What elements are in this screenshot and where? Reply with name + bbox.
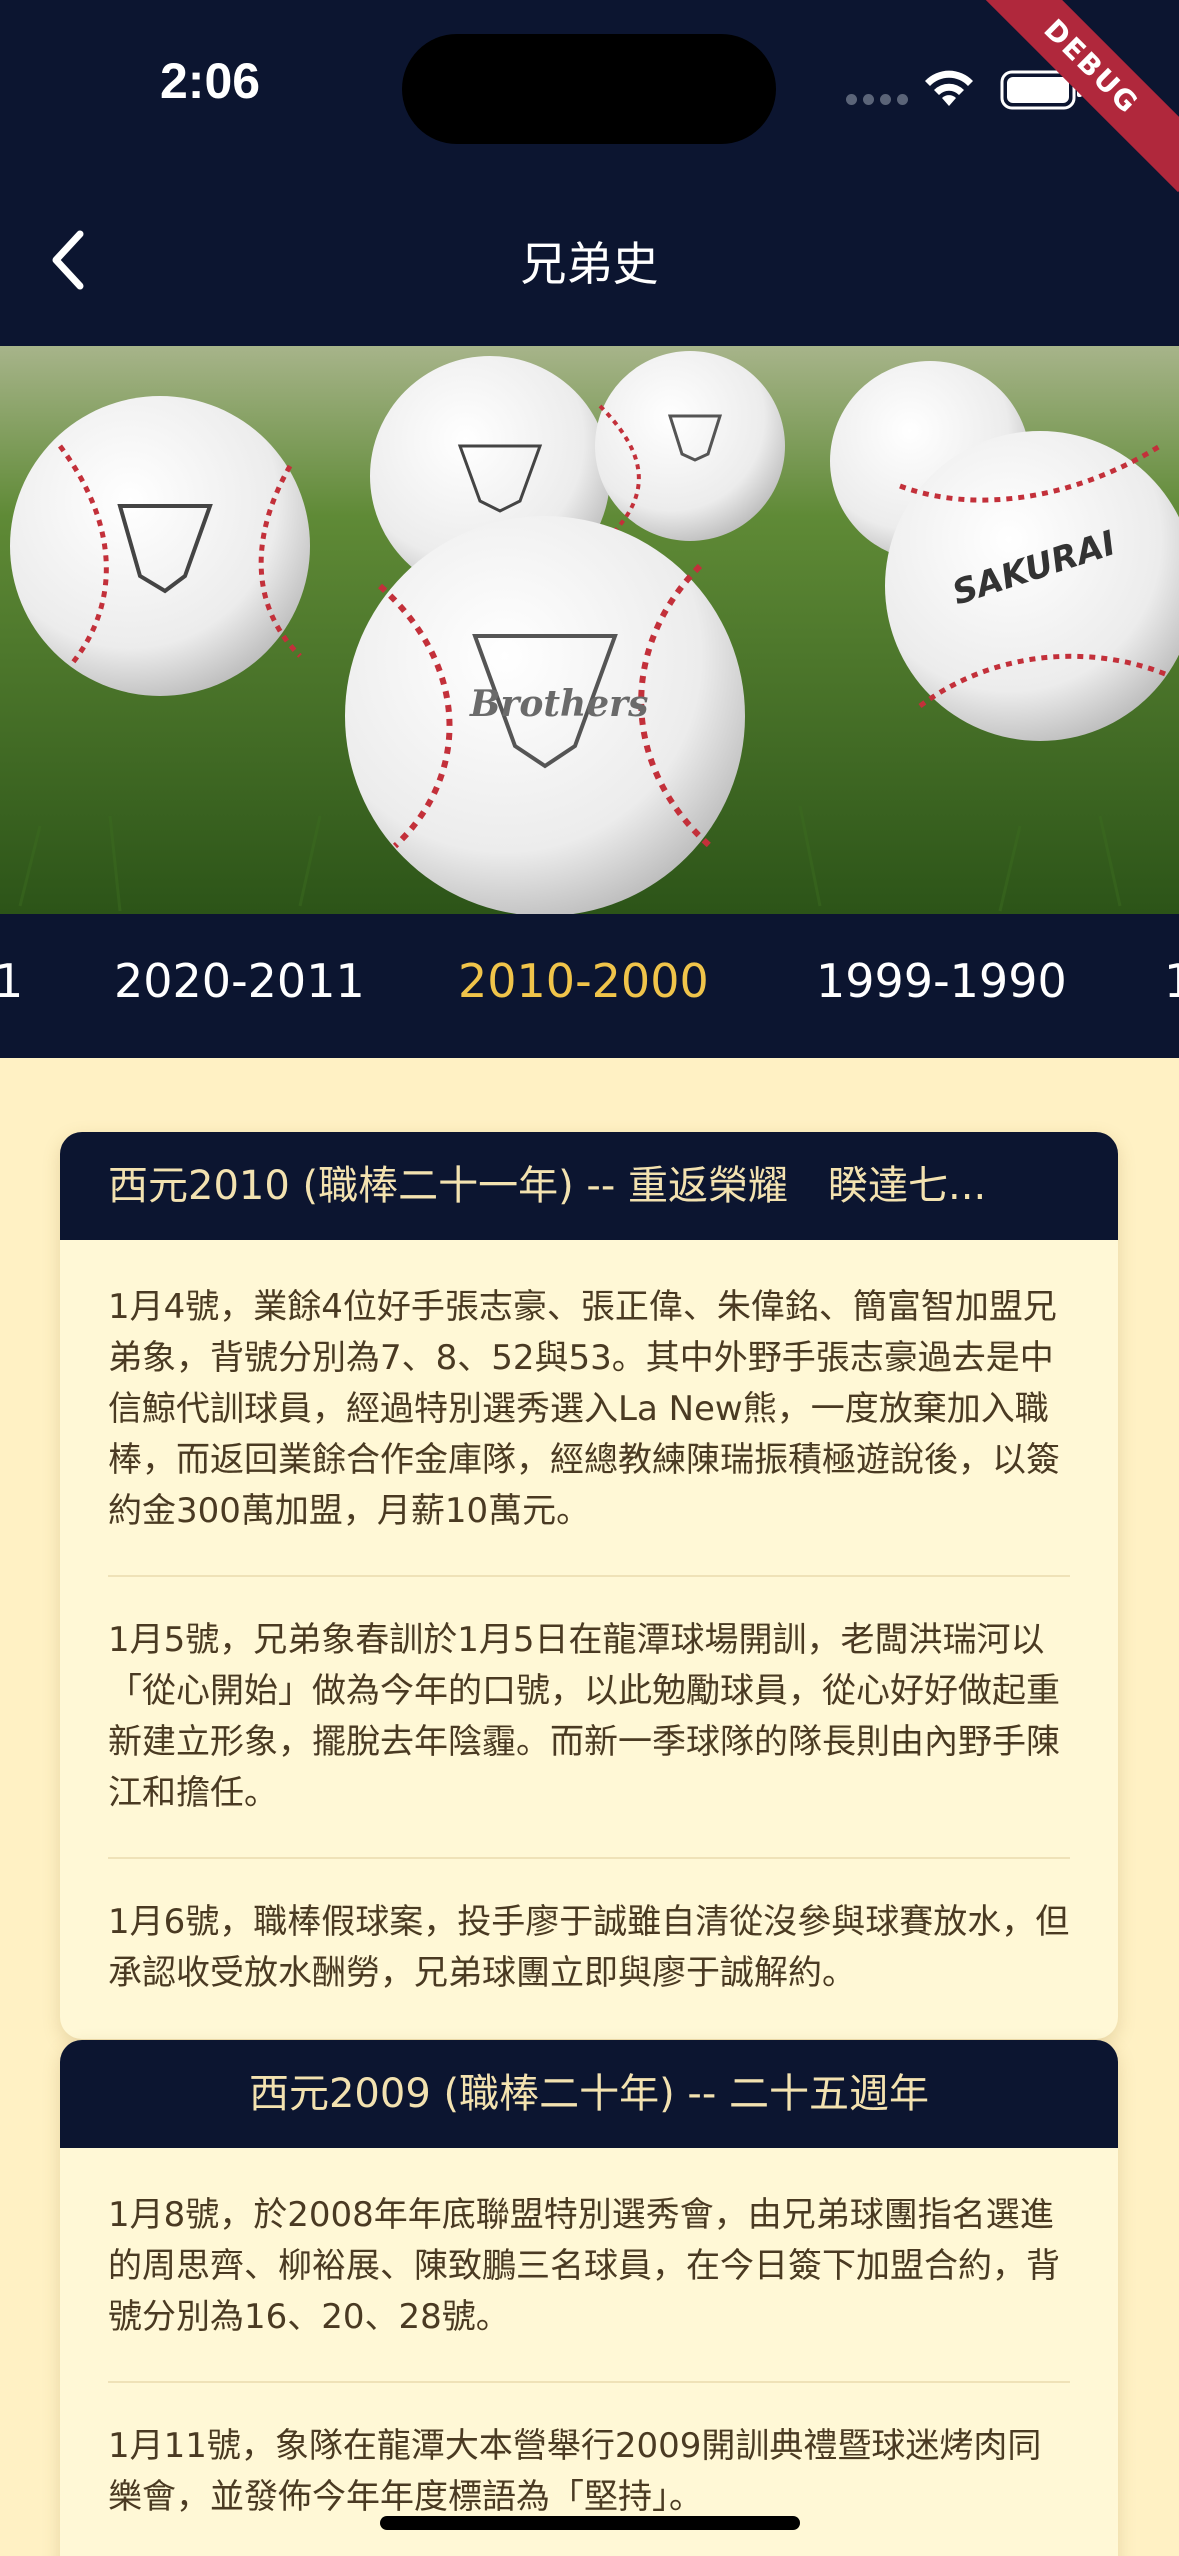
list-item: 1月4號，業餘4位好手張志豪、張正偉、朱偉銘、簡富智加盟兄弟象，背號分別為7、8… bbox=[108, 1240, 1070, 1577]
card-title: 西元2009 (職棒二十年) -- 二十五週年 bbox=[60, 2040, 1118, 2148]
tab-partial-right[interactable]: 1 bbox=[1164, 954, 1179, 1008]
decade-tabs: 1 2020-2011 2010-2000 1999-1990 1 bbox=[0, 914, 1179, 1058]
page-title: 兄弟史 bbox=[520, 237, 659, 291]
wifi-icon bbox=[925, 70, 973, 106]
tab-partial-left[interactable]: 1 bbox=[0, 954, 23, 1008]
list-item: 1月8號，於2008年年底聯盟特別選秀會，由兄弟球團指名選進的周思齊、柳裕展、陳… bbox=[108, 2148, 1070, 2383]
dynamic-island bbox=[402, 34, 776, 144]
list-item: 1月6號，職棒假球案，投手廖于誠雖自清從沒參與球賽放水，但承認收受放水酬勞，兄弟… bbox=[108, 1902, 1070, 1993]
status-time: 2:06 bbox=[160, 53, 261, 109]
card-title: 西元2010 (職棒二十一年) -- 重返榮耀 睽達七... bbox=[60, 1132, 1118, 1240]
list-item: 1月11號，象隊在龍潭大本營舉行2009開訓典禮暨球迷烤肉同樂會，並發佈今年年度… bbox=[108, 2383, 1070, 2556]
hero-image: SAKURAI Brothers bbox=[0, 346, 1179, 914]
history-card-2009: 西元2009 (職棒二十年) -- 二十五週年 1月8號，於2008年年底聯盟特… bbox=[60, 2040, 1118, 2556]
home-indicator bbox=[380, 2516, 800, 2530]
baseballs-photo: SAKURAI Brothers bbox=[0, 346, 1179, 914]
history-card-2010: 西元2010 (職棒二十一年) -- 重返榮耀 睽達七... 1月4號，業餘4位… bbox=[60, 1132, 1118, 2039]
tab-2020-2011[interactable]: 2020-2011 bbox=[114, 954, 365, 1008]
cellular-signal-icon bbox=[846, 94, 908, 105]
tab-1999-1990[interactable]: 1999-1990 bbox=[816, 954, 1067, 1008]
svg-text:Brothers: Brothers bbox=[469, 683, 648, 725]
tab-2010-2000[interactable]: 2010-2000 bbox=[458, 954, 709, 1008]
app-header: 2:06 DEBUG 兄弟史 bbox=[0, 0, 1179, 346]
list-item: 1月5號，兄弟象春訓於1月5日在龍潭球場開訓，老闆洪瑞河以「從心開始」做為今年的… bbox=[108, 1577, 1070, 1859]
